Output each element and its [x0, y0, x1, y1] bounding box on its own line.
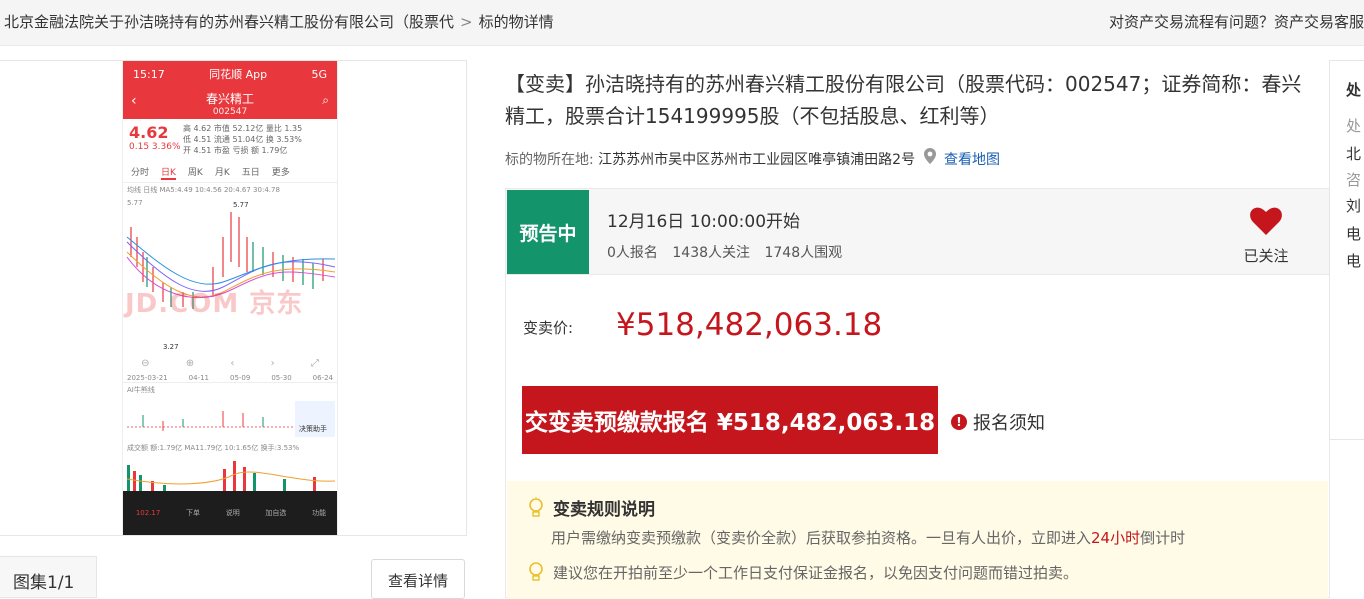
item-location: 标的物所在地: 江苏苏州市吴中区苏州市工业园区唯亭镇浦田路2号 查看地图 — [505, 148, 1000, 169]
kline-low-label: 3.27 — [163, 343, 179, 351]
map-pin-icon — [923, 148, 940, 168]
contact-line: 咨 — [1346, 171, 1362, 189]
phone-footer: 102.17 下单 说明 加自选 功能 — [123, 491, 337, 535]
price-label: 变卖价: — [523, 319, 574, 337]
ai-svg: 决策助手 — [127, 401, 335, 437]
phone-quote: 4.62 0.15 3.36% 高 4.62 市值 52.12亿 量比 1.35… — [123, 119, 337, 163]
signup-notice-link[interactable]: ! 报名须知 — [951, 409, 1045, 435]
volume-legend: 成交额 额:1.79亿 MA11.79亿 10:1.65亿 换手:3.53% — [127, 444, 300, 452]
countdown-highlight: 24小时 — [1091, 529, 1141, 547]
alert-icon: ! — [951, 414, 967, 430]
assistant-label: 决策助手 — [299, 424, 327, 433]
phone-ma-legend: 均线 日线 MA5:4.49 10:4.56 20:4.67 30:4.78 — [127, 186, 280, 194]
chart-controls: ⊖ ⊕ ‹ › ⤢ — [123, 352, 337, 374]
rules-description: 用户需缴纳变卖预缴款（变卖价全款）后获取参拍资格。一旦有人出价，立即进入24小时… — [551, 529, 1186, 547]
stock-screenshot[interactable]: 15:17 同花顺 App 5G ‹ 春兴精工 002547 ⌕ 4.62 0.… — [122, 61, 338, 535]
lightbulb-icon — [529, 562, 543, 581]
stats-counts: 0人报名 1438人关注 1748人围观 — [607, 242, 852, 262]
kline-chart: 5.77 5.77 3.27 JD.COM 京东 — [123, 197, 337, 352]
breadcrumb: 北京金融法院关于孙洁晓持有的苏州春兴精工股份有限公司（股票代 > 标的物详情 — [4, 11, 554, 32]
contact-line: 刘 — [1346, 197, 1362, 215]
lightbulb-icon — [529, 496, 543, 517]
phone-tabs: 分时 日K 周K 月K 五日 更多 — [123, 163, 337, 183]
contact-line: 北 — [1346, 145, 1362, 163]
breadcrumb-separator: > — [460, 13, 473, 31]
status-row: 预告中 12月16日 10:00:00开始 0人报名 1438人关注 1748人… — [506, 189, 1329, 275]
next-icon: › — [270, 357, 275, 369]
ai-indicator-panel: AI牛熊线 决策助手 — [123, 383, 337, 441]
contact-line: 处 — [1346, 117, 1362, 135]
phone-stats: 高 4.62 市值 52.12亿 量比 1.35 低 4.51 流通 51.04… — [183, 124, 303, 155]
view-map-link[interactable]: 查看地图 — [944, 152, 1000, 168]
contact-heading: 处 — [1346, 81, 1362, 99]
follower-count: 1438人关注 — [672, 245, 751, 261]
phone-stock-code: 002547 — [212, 107, 248, 117]
phone-app-name: 同花顺 App — [209, 68, 268, 81]
zoom-out-icon: ⊖ — [141, 357, 150, 369]
status-badge: 预告中 — [507, 190, 589, 274]
heart-icon — [1226, 207, 1306, 239]
location-label: 标的物所在地: — [505, 152, 594, 168]
follow-button[interactable]: 已关注 — [1226, 207, 1306, 271]
start-time: 12月16日 10:00:00开始 — [607, 212, 801, 232]
rules-tip: 建议您在开拍前至少一个工作日支付保证金报名，以免因支付问题而错过拍卖。 — [527, 561, 1078, 583]
contact-line: 电 — [1346, 252, 1362, 270]
breadcrumb-current: 标的物详情 — [478, 13, 554, 31]
signup-deposit-button[interactable]: 交变卖预缴款报名 ¥518,482,063.18 — [522, 386, 938, 454]
price-value: ¥518,482,063.18 — [616, 307, 883, 343]
contact-line: 电 — [1346, 225, 1362, 243]
rules-heading: 变卖规则说明 — [527, 495, 655, 520]
phone-time: 15:17 — [133, 67, 165, 81]
signup-notice-label: 报名须知 — [973, 413, 1045, 434]
rules-title: 变卖规则说明 — [553, 500, 655, 520]
kline-svg: 5.77 5.77 3.27 — [126, 199, 336, 351]
viewer-count: 1748人围观 — [764, 245, 843, 261]
prev-icon: ‹ — [230, 357, 235, 369]
chart-date-axis: 2025-03-21 04-11 05-09 05-30 06-24 — [123, 374, 337, 383]
item-title: 【变卖】孙洁晓持有的苏州春兴精工股份有限公司（股票代码：002547；证券简称：… — [505, 72, 1302, 128]
jd-watermark: JD.COM 京东 — [125, 289, 304, 319]
zoom-in-icon: ⊕ — [185, 357, 195, 369]
ai-legend: AI牛熊线 — [127, 386, 155, 394]
rules-box: 变卖规则说明 用户需缴纳变卖预缴款（变卖价全款）后获取参拍资格。一旦有人出价，立… — [507, 481, 1328, 599]
view-details-button[interactable]: 查看详情 — [371, 559, 465, 599]
phone-network: 5G — [311, 67, 327, 81]
help-link[interactable]: 对资产交易流程有问题？资产交易客服 — [1109, 11, 1364, 32]
album-counter: 图集1/1 — [0, 556, 97, 598]
signup-count: 0人报名 — [607, 245, 658, 261]
follow-label: 已关注 — [1243, 247, 1289, 265]
kline-high-axis: 5.77 — [127, 199, 143, 207]
rules-tip-text: 建议您在开拍前至少一个工作日支付保证金报名，以免因支付问题而错过拍卖。 — [553, 563, 1079, 582]
contact-card: 处 处 北 咨 刘 电 电 — [1329, 60, 1364, 440]
breadcrumb-parent[interactable]: 北京金融法院关于孙洁晓持有的苏州春兴精工股份有限公司（股票代 — [4, 13, 454, 31]
image-gallery: 15:17 同花顺 App 5G ‹ 春兴精工 002547 ⌕ 4.62 0.… — [0, 60, 467, 536]
fullscreen-icon: ⤢ — [310, 357, 319, 369]
auction-panel: 预告中 12月16日 10:00:00开始 0人报名 1438人关注 1748人… — [505, 188, 1330, 599]
location-value: 江苏苏州市吴中区苏州市工业园区唯亭镇浦田路2号 — [598, 152, 916, 168]
phone-status-bar: 15:17 同花顺 App 5G — [123, 61, 337, 87]
phone-header: ‹ 春兴精工 002547 ⌕ — [123, 87, 337, 119]
search-icon: ⌕ — [322, 93, 329, 107]
phone-stock-name: 春兴精工 — [205, 92, 254, 106]
top-bar: 北京金融法院关于孙洁晓持有的苏州春兴精工股份有限公司（股票代 > 标的物详情 对资产… — [0, 0, 1364, 46]
kline-high-label: 5.77 — [233, 201, 249, 209]
